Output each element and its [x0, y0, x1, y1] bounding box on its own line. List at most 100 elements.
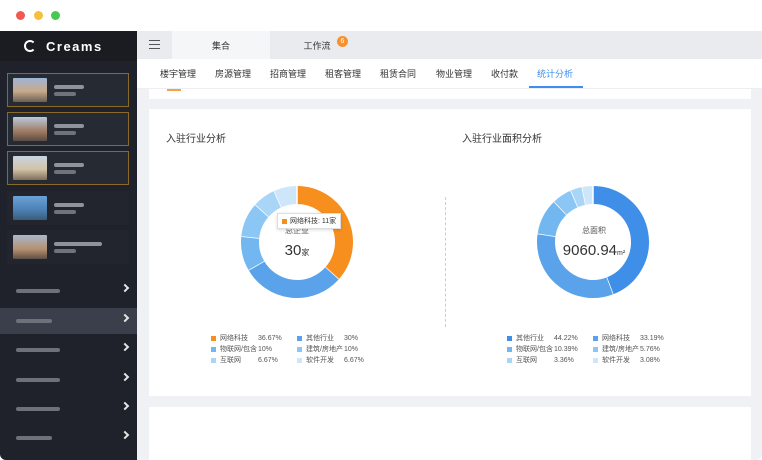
legend-value: 30% [344, 334, 359, 342]
project-thumbnail [13, 196, 47, 220]
nav-property-management[interactable]: 物业管理 [436, 59, 472, 89]
legend-value: 3.08% [640, 356, 660, 364]
nav-leasing-management[interactable]: 招商管理 [270, 59, 306, 89]
industry-center-unit: 家 [301, 248, 310, 257]
legend-value: 10% [344, 345, 359, 353]
sidebar-project-card[interactable] [7, 112, 129, 146]
legend-label: 网络科技 [220, 335, 248, 342]
nav-payments[interactable]: 收付款 [491, 59, 518, 89]
legend-label: 互联网 [220, 357, 241, 364]
legend-value: 44.22% [554, 334, 578, 342]
chevron-right-icon [120, 342, 130, 352]
legend-item[interactable]: 其他行业 30% [297, 333, 358, 343]
sidebar-project-card[interactable] [7, 73, 129, 107]
sidebar-menu-item[interactable] [0, 396, 137, 422]
nav-statistics[interactable]: 统计分析 [537, 59, 573, 89]
legend-item[interactable]: 软件开发 3.08% [593, 355, 660, 365]
legend-item[interactable]: 互联网 3.36% [507, 355, 574, 365]
sidebar-menu-item[interactable] [0, 367, 137, 393]
legend-swatch [507, 335, 512, 341]
legend-item[interactable]: 网络科技 33.19% [593, 333, 664, 343]
area-center-label: 总面积 [582, 226, 606, 235]
legend-item[interactable]: 建筑/房地产 10% [297, 344, 358, 354]
legend-item[interactable]: 物联网/包含 10.39% [507, 344, 578, 354]
chevron-right-icon [120, 430, 130, 440]
industry-center-value: 30 [284, 242, 302, 259]
legend-swatch [593, 335, 598, 341]
donut-slice[interactable] [582, 186, 594, 205]
brand-icon [24, 40, 36, 52]
legend-swatch [211, 357, 216, 363]
sidebar-project-card[interactable] [7, 151, 129, 185]
active-tab-underline [529, 86, 583, 88]
brand-name: Creams [46, 38, 103, 54]
sidebar-menu-item[interactable] [0, 308, 137, 334]
sidebar-project-card[interactable] [7, 230, 129, 264]
legend-value: 10% [258, 345, 273, 353]
donut-slice[interactable] [570, 187, 586, 208]
maximize-window-button[interactable] [51, 11, 60, 20]
legend-label: 互联网 [516, 357, 537, 364]
legend-item[interactable]: 互联网 6.67% [211, 355, 278, 365]
nav-tenant-management[interactable]: 租客管理 [325, 59, 361, 89]
tooltip-swatch [282, 218, 287, 224]
legend-label: 物联网/包含 [220, 346, 257, 353]
legend-item[interactable]: 物联网/包含 10% [211, 344, 272, 354]
area-center: 总面积 9060.94m² [554, 225, 634, 260]
donut-slice[interactable] [241, 236, 265, 271]
legend-swatch [507, 357, 512, 363]
sidebar-menu-item[interactable] [0, 425, 137, 451]
legend-swatch [507, 346, 512, 352]
donut-slice[interactable] [241, 204, 270, 239]
legend-label: 其他行业 [306, 335, 334, 342]
legend-swatch [297, 335, 302, 341]
legend-label: 软件开发 [602, 357, 630, 364]
legend-value: 6.67% [344, 356, 364, 364]
tab-collection[interactable]: 集合 [172, 31, 270, 59]
nav-listing-management[interactable]: 房源管理 [215, 59, 251, 89]
legend-value: 3.36% [554, 356, 574, 364]
analysis-card: 入驻行业分析 入驻行业面积分析 总企业 30家 网络科技: 11家 总面积 90… [149, 109, 751, 396]
nav-lease-contracts[interactable]: 租赁合同 [380, 59, 416, 89]
menu-toggle-icon[interactable] [149, 40, 160, 49]
legend-label: 网络科技 [602, 335, 630, 342]
legend-label: 其他行业 [516, 335, 544, 342]
sidebar-menu-item[interactable] [0, 278, 137, 304]
nav-building-management[interactable]: 楼宇管理 [160, 59, 196, 89]
app-window: Creams 集合 工作流 6 楼宇管理 房源管理 招商管理 租客管理 租赁合同… [0, 0, 762, 460]
sidebar-menu-item[interactable] [0, 337, 137, 363]
sidebar-project-card[interactable] [7, 191, 129, 225]
legend-item[interactable]: 建筑/房地产 5.76% [593, 344, 660, 354]
module-nav: 楼宇管理 房源管理 招商管理 租客管理 租赁合同 物业管理 收付款 统计分析 [137, 59, 762, 89]
tab-label: 集合 [211, 40, 230, 51]
legend-swatch [211, 346, 216, 352]
legend-item[interactable]: 网络科技 36.67% [211, 333, 282, 343]
donut-slice[interactable] [248, 260, 339, 298]
sidebar: Creams [0, 31, 137, 460]
legend-label: 软件开发 [306, 357, 334, 364]
area-panel-title: 入驻行业面积分析 [462, 134, 542, 145]
tab-workflow[interactable]: 工作流 [297, 31, 337, 59]
title-bar [0, 0, 762, 31]
brand-logo[interactable]: Creams [0, 31, 137, 61]
legend-value: 33.19% [640, 334, 664, 342]
close-window-button[interactable] [16, 11, 25, 20]
donut-slice[interactable] [274, 186, 298, 208]
donut-slice[interactable] [255, 190, 282, 217]
area-center-unit: m² [617, 250, 626, 257]
next-card [149, 407, 751, 460]
project-thumbnail [13, 235, 47, 259]
legend-value: 5.76% [640, 345, 660, 353]
industry-legend: 网络科技 36.67% 其他行业 30% 物联网/包含 10% 建筑/房地产 10% 互联网 6.… [211, 333, 381, 369]
area-legend: 其他行业 44.22% 网络科技 33.19% 物联网/包含 10.39% 建筑/房地产 5.… [507, 333, 677, 369]
legend-swatch [211, 335, 216, 341]
chevron-right-icon [120, 283, 130, 293]
legend-item[interactable]: 其他行业 44.22% [507, 333, 578, 343]
legend-item[interactable]: 软件开发 6.67% [297, 355, 364, 365]
previous-card-edge [149, 89, 751, 99]
minimize-window-button[interactable] [34, 11, 43, 20]
industry-panel-title: 入驻行业分析 [166, 134, 226, 145]
donut-slice[interactable] [554, 190, 579, 215]
project-thumbnail [13, 156, 47, 180]
area-center-value: 9060.94 [562, 242, 618, 259]
